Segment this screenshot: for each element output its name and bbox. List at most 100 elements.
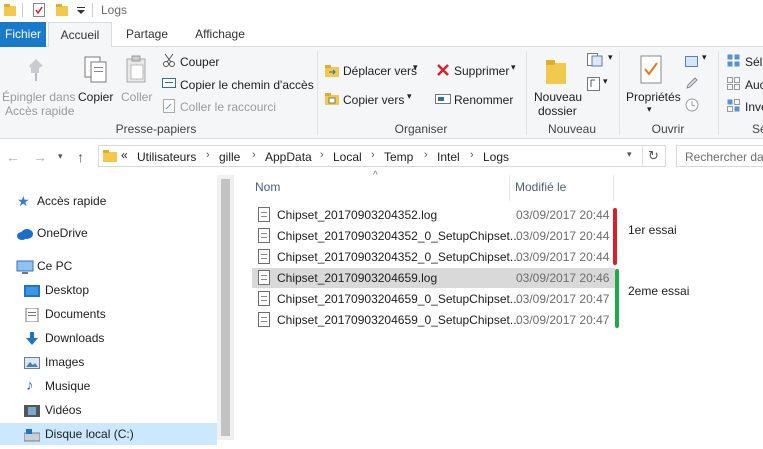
- nav-label: Disque local (C:): [45, 427, 134, 441]
- open-icon[interactable]: [685, 54, 699, 71]
- select-none-icon: [727, 77, 741, 94]
- file-row[interactable]: Chipset_20170903204352_0_SetupChipset...…: [252, 226, 615, 246]
- refresh-icon[interactable]: ↻: [648, 148, 659, 164]
- copy-to-dropdown-icon[interactable]: ▾: [407, 91, 412, 102]
- copy-to-button[interactable]: Copier vers: [343, 93, 404, 107]
- tab-file[interactable]: Fichier: [0, 22, 46, 47]
- nav-item-documents[interactable]: Documents: [0, 303, 217, 325]
- breadcrumb-gille[interactable]: gille: [219, 150, 240, 164]
- column-header-name[interactable]: Nom: [255, 180, 280, 194]
- scrollbar-thumb[interactable]: [221, 179, 230, 436]
- pin-quick-access-label-2: Accès rapide: [5, 104, 75, 118]
- breadcrumb-chevron-icon[interactable]: ›: [206, 149, 210, 161]
- invert-selection-button[interactable]: Inve: [745, 100, 763, 114]
- paste-shortcut-icon: [163, 99, 175, 116]
- delete-dropdown-icon[interactable]: ▾: [511, 62, 516, 73]
- properties-big-icon: [640, 55, 662, 88]
- tab-view[interactable]: Affichage: [184, 22, 256, 47]
- address-bar[interactable]: « Utilisateurs › gille › AppData › Local…: [98, 145, 666, 167]
- breadcrumb-appdata[interactable]: AppData: [265, 150, 312, 164]
- column-header-modified[interactable]: Modifié le: [515, 180, 566, 194]
- history-icon[interactable]: [685, 98, 699, 115]
- up-arrow-icon[interactable]: ↑: [77, 149, 84, 165]
- select-all-button[interactable]: Sél: [745, 55, 762, 69]
- ribbon: Épingler dans Accès rapide Copier Coller…: [0, 47, 763, 139]
- file-row[interactable]: Chipset_20170903204352_0_SetupChipset...…: [252, 247, 615, 267]
- file-row[interactable]: Chipset_20170903204659_0_SetupChipset...…: [252, 310, 615, 330]
- nav-item-images[interactable]: Images: [0, 351, 217, 373]
- delete-button[interactable]: Supprimer: [454, 64, 509, 78]
- new-item-icon[interactable]: [587, 53, 605, 70]
- breadcrumb-temp[interactable]: Temp: [384, 150, 413, 164]
- file-name: Chipset_20170903204659.log: [277, 271, 438, 285]
- move-to-dropdown-icon[interactable]: ▾: [413, 62, 418, 73]
- file-row[interactable]: Chipset_20170903204659_0_SetupChipset...…: [252, 289, 615, 309]
- window-title: Logs: [101, 3, 128, 17]
- breadcrumb-overflow[interactable]: «: [121, 148, 128, 162]
- cut-button[interactable]: Couper: [180, 55, 219, 69]
- nav-item-local-disk[interactable]: Disque local (C:): [0, 423, 217, 445]
- column-divider[interactable]: [613, 175, 614, 201]
- breadcrumb-chevron-icon[interactable]: ›: [320, 149, 324, 161]
- paste-button[interactable]: Coller: [121, 90, 152, 104]
- nav-scrollbar[interactable]: [217, 175, 234, 440]
- breadcrumb-chevron-icon[interactable]: ›: [371, 149, 375, 161]
- file-name: Chipset_20170903204659_0_SetupChipset...: [277, 313, 520, 327]
- edit-icon[interactable]: [685, 76, 699, 93]
- select-none-button[interactable]: Auc: [745, 78, 763, 92]
- file-row[interactable]: Chipset_20170903204659.log 03/09/2017 20…: [252, 268, 615, 288]
- properties-dropdown-icon[interactable]: ▾: [647, 104, 652, 115]
- new-item-dropdown-icon[interactable]: ▾: [608, 52, 613, 63]
- annotation-bracket-first: [613, 208, 617, 265]
- text-file-icon: [258, 228, 270, 243]
- move-to-icon: [325, 64, 339, 81]
- breadcrumb-chevron-icon[interactable]: ›: [424, 149, 428, 161]
- address-dropdown-icon[interactable]: ▾: [627, 149, 632, 160]
- nav-item-downloads[interactable]: Downloads: [0, 327, 217, 349]
- nav-label: Accès rapide: [37, 194, 107, 208]
- clipboard-group-label: Presse-papiers: [115, 122, 197, 136]
- search-input[interactable]: Rechercher dan: [676, 145, 763, 167]
- file-row[interactable]: Chipset_20170903204352.log 03/09/2017 20…: [252, 205, 615, 225]
- nav-item-onedrive[interactable]: OneDrive: [0, 222, 217, 244]
- organize-group-label: Organiser: [394, 122, 448, 136]
- copy-button[interactable]: Copier: [78, 90, 113, 104]
- nav-item-desktop[interactable]: Desktop: [0, 279, 217, 301]
- images-icon: [24, 355, 40, 369]
- paste-shortcut-button[interactable]: Coller le raccourci: [180, 100, 276, 114]
- file-name: Chipset_20170903204352_0_SetupChipset...: [277, 229, 520, 243]
- easy-access-icon[interactable]: [587, 77, 601, 94]
- forward-arrow-icon[interactable]: →: [33, 149, 47, 165]
- tab-home[interactable]: Accueil: [48, 22, 112, 48]
- annotation-bracket-second: [615, 269, 619, 328]
- file-name: Chipset_20170903204352_0_SetupChipset...: [277, 250, 520, 264]
- nav-item-videos[interactable]: Vidéos: [0, 399, 217, 421]
- breadcrumb-intel[interactable]: Intel: [437, 150, 460, 164]
- nav-item-music[interactable]: ♪ Musique: [0, 375, 217, 397]
- move-to-button[interactable]: Déplacer vers: [343, 64, 417, 78]
- new-folder-icon[interactable]: [56, 3, 68, 17]
- breadcrumb-chevron-icon[interactable]: ›: [470, 149, 474, 161]
- breadcrumb-logs[interactable]: Logs: [483, 150, 509, 164]
- recent-locations-icon[interactable]: ▾: [58, 151, 63, 162]
- open-dropdown-icon[interactable]: ▾: [702, 52, 707, 63]
- breadcrumb-chevron-icon[interactable]: ›: [252, 149, 256, 161]
- back-arrow-icon[interactable]: ←: [6, 149, 20, 165]
- nav-item-this-pc[interactable]: Ce PC: [0, 255, 217, 277]
- nav-item-quick-access[interactable]: ★ Accès rapide: [0, 190, 217, 212]
- column-divider[interactable]: [509, 175, 510, 201]
- ribbon-tabs: Fichier Accueil Partage Affichage: [0, 22, 763, 48]
- copy-path-button[interactable]: Copier le chemin d'accès: [180, 78, 314, 92]
- qat-dropdown-icon[interactable]: [76, 3, 88, 17]
- file-date: 03/09/2017 20:46: [516, 271, 610, 285]
- pin-quick-access-label[interactable]: Épingler dans: [2, 90, 75, 104]
- new-folder-button[interactable]: Nouveau: [534, 90, 582, 104]
- breadcrumb-local[interactable]: Local: [333, 150, 362, 164]
- tab-share[interactable]: Partage: [116, 22, 178, 47]
- properties-button[interactable]: Propriétés: [626, 90, 681, 104]
- nav-label: Ce PC: [37, 259, 73, 273]
- easy-access-dropdown-icon[interactable]: ▾: [603, 76, 608, 87]
- properties-icon[interactable]: [33, 3, 45, 17]
- breadcrumb-users[interactable]: Utilisateurs: [137, 150, 196, 164]
- rename-button[interactable]: Renommer: [454, 93, 513, 107]
